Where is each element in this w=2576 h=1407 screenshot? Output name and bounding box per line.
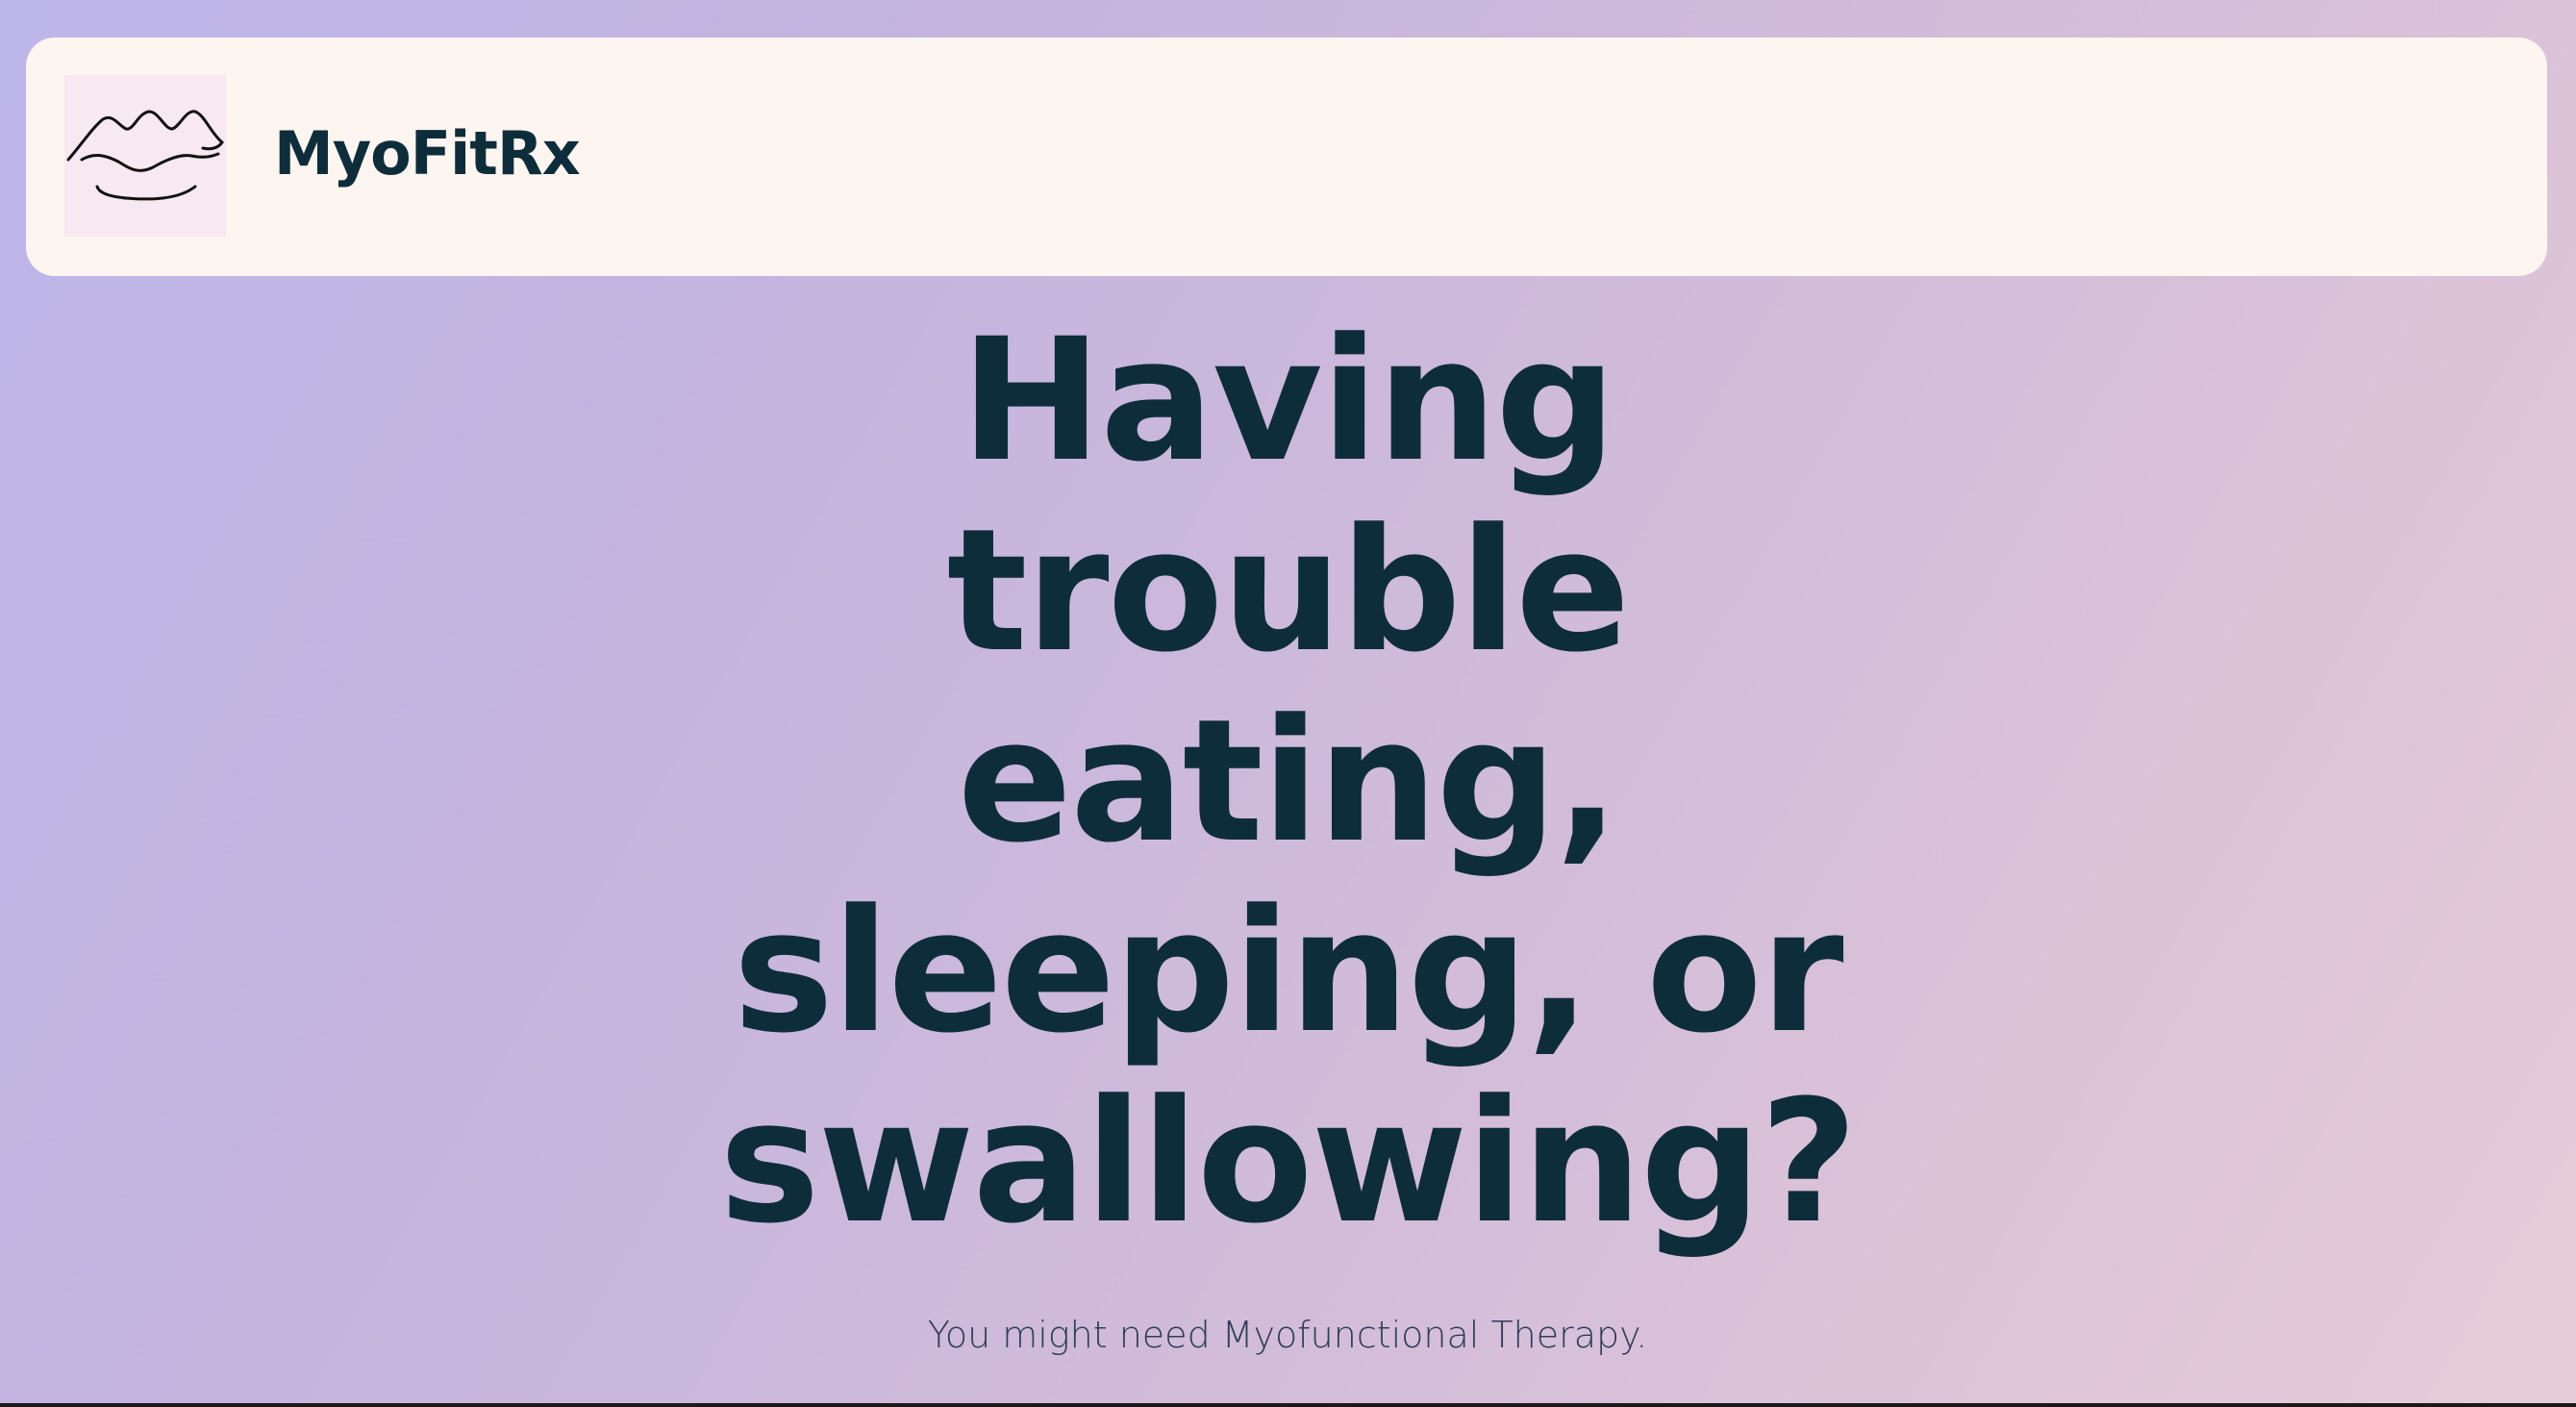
brand-name[interactable]: MyoFitRx [274,111,581,197]
logo-link[interactable] [64,75,226,237]
hero-headline: Having trouble eating, sleeping, or swal… [719,302,1858,1261]
lips-logo-icon [66,110,224,201]
hero-subtext: You might need Myofunctional Therapy. [927,1314,1648,1356]
bottom-divider [0,1403,2576,1407]
site-header: MyoFitRx [26,38,2547,276]
